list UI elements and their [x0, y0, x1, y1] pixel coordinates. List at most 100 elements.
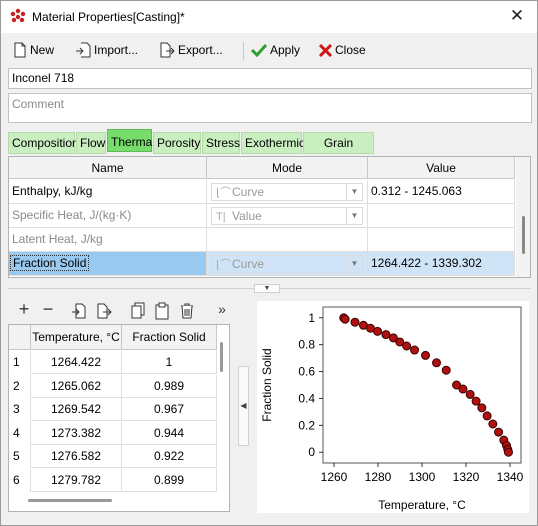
import-icon	[76, 42, 91, 58]
new-document-icon	[14, 42, 26, 58]
row-name: Specific Heat, J/(kg·K)	[9, 204, 207, 227]
table-row[interactable]: 2 1265.062 0.989	[9, 374, 217, 398]
window-title: Material Properties[Casting]*	[32, 10, 185, 24]
tab-exothermic[interactable]: Exothermic	[241, 132, 305, 154]
data-table-header: Temperature, °C Fraction Solid	[9, 325, 217, 350]
dropdown-arrow-icon[interactable]: ▼	[346, 256, 362, 272]
tab-flow[interactable]: Flow	[76, 132, 106, 154]
apply-button[interactable]: Apply	[251, 39, 300, 61]
paste-icon[interactable]	[155, 300, 169, 322]
mode-cell[interactable]: ⌊⌒ Curve ▼	[207, 252, 368, 275]
table-row[interactable]: 6 1279.782 0.899	[9, 469, 217, 492]
y-axis-label: Fraction Solid	[260, 348, 274, 421]
tab-grain-growth[interactable]: Grain Growth	[303, 132, 374, 170]
data-table-vscroll[interactable]	[220, 342, 223, 372]
temperature-cell[interactable]: 1276.582	[31, 445, 122, 469]
mode-combo[interactable]: ⌊⌒ Curve ▼	[211, 183, 363, 201]
row-name: Latent Heat, J/kg	[9, 228, 207, 251]
row-value[interactable]	[368, 204, 515, 227]
collapse-left-icon[interactable]: ◀	[238, 366, 249, 446]
import-data-icon[interactable]	[71, 300, 87, 322]
row-index: 1	[9, 351, 31, 374]
temperature-cell[interactable]: 1265.062	[31, 374, 122, 398]
table-row[interactable]: 4 1273.382 0.944	[9, 421, 217, 445]
fraction-solid-cell[interactable]: 0.922	[122, 445, 217, 469]
export-button[interactable]: Export...	[159, 39, 223, 61]
table-row[interactable]: 5 1276.582 0.922	[9, 445, 217, 469]
row-value[interactable]: 1264.422 - 1339.302	[368, 252, 515, 275]
data-point	[488, 419, 498, 429]
mode-cell[interactable]: T| Value ▼	[207, 204, 368, 227]
value-icon: T|	[216, 211, 226, 223]
copy-icon[interactable]	[131, 300, 145, 322]
grid-row-specific-heat[interactable]: Specific Heat, J/(kg·K) T| Value ▼	[9, 204, 515, 228]
row-index: 2	[9, 374, 31, 398]
new-button[interactable]: New	[13, 39, 54, 61]
header-fraction-solid[interactable]: Fraction Solid	[122, 325, 217, 350]
tab-porosity[interactable]: Porosity	[153, 132, 201, 154]
grid-scrollbar[interactable]	[516, 157, 530, 277]
delete-icon[interactable]	[180, 300, 194, 322]
temperature-cell[interactable]: 1264.422	[31, 351, 122, 374]
temperature-cell[interactable]: 1279.782	[31, 469, 122, 492]
fraction-solid-cell[interactable]: 0.967	[122, 398, 217, 422]
horizontal-splitter[interactable]: ▼	[1, 283, 537, 293]
tab-stress[interactable]: Stress	[202, 132, 240, 154]
mode-combo[interactable]: T| Value ▼	[211, 207, 363, 225]
remove-row-icon[interactable]: −	[39, 299, 57, 321]
add-row-icon[interactable]: +	[15, 299, 33, 321]
fraction-solid-cell[interactable]: 0.899	[122, 469, 217, 492]
header-value[interactable]: Value	[368, 157, 515, 179]
y-tick-label: 1	[308, 311, 315, 325]
y-tick-label: 0.4	[298, 391, 315, 405]
row-value[interactable]	[368, 228, 515, 251]
mode-cell[interactable]: ⌊⌒ Curve ▼	[207, 180, 368, 203]
dropdown-arrow-icon[interactable]: ▼	[346, 208, 362, 224]
data-point	[441, 365, 451, 375]
header-index	[9, 325, 31, 350]
main-toolbar: New Import... Export... Apply Close	[1, 34, 537, 66]
data-point	[482, 411, 492, 421]
temperature-cell[interactable]: 1269.542	[31, 398, 122, 422]
header-name[interactable]: Name	[9, 157, 207, 179]
tab-thermal[interactable]: Thermal	[107, 129, 155, 152]
temperature-cell[interactable]: 1273.382	[31, 421, 122, 445]
toolbar-separator	[243, 42, 244, 60]
row-value[interactable]: 0.312 - 1245.063	[368, 180, 515, 203]
header-temperature[interactable]: Temperature, °C	[31, 325, 122, 350]
import-button[interactable]: Import...	[75, 39, 138, 61]
dropdown-arrow-icon[interactable]: ▼	[346, 184, 362, 200]
data-table-hscroll[interactable]	[28, 499, 112, 502]
new-label: New	[30, 43, 55, 57]
scroll-thumb[interactable]	[522, 216, 525, 254]
comment-input[interactable]: Comment	[8, 93, 532, 123]
mode-cell[interactable]	[207, 228, 368, 251]
row-name-text: Fraction Solid	[10, 255, 90, 271]
data-point	[494, 427, 504, 437]
data-point	[340, 314, 350, 324]
fraction-solid-cell[interactable]: 0.944	[122, 421, 217, 445]
curve-icon: ⌊⌒	[216, 259, 232, 271]
grid-row-latent-heat[interactable]: Latent Heat, J/kg	[9, 228, 515, 252]
close-label: Close	[335, 43, 366, 57]
mode-combo[interactable]: ⌊⌒ Curve ▼	[211, 255, 363, 273]
export-data-icon[interactable]	[96, 300, 112, 322]
fraction-solid-cell[interactable]: 0.989	[122, 374, 217, 398]
material-name-input[interactable]: Inconel 718	[8, 68, 532, 89]
table-row[interactable]: 3 1269.542 0.967	[9, 398, 217, 422]
table-row[interactable]: 1 1264.422 1	[9, 351, 217, 374]
window-close-icon[interactable]: ✕	[507, 6, 527, 26]
header-mode[interactable]: Mode	[207, 157, 368, 179]
grid-row-enthalpy[interactable]: Enthalpy, kJ/kg ⌊⌒ Curve ▼ 0.312 - 1245.…	[9, 180, 515, 204]
tab-composition[interactable]: Composition	[8, 132, 79, 154]
more-icon[interactable]: »	[215, 299, 229, 321]
curve-icon: ⌊⌒	[216, 187, 232, 199]
collapse-down-icon[interactable]: ▼	[254, 284, 280, 293]
material-properties-window: Material Properties[Casting]* ✕ New Impo…	[0, 0, 538, 526]
data-point	[465, 389, 475, 399]
data-point	[471, 396, 481, 406]
close-button[interactable]: Close	[319, 39, 366, 61]
x-axis-label: Temperature, °C	[378, 498, 466, 512]
fraction-solid-cell[interactable]: 1	[122, 351, 217, 374]
grid-row-fraction-solid[interactable]: Fraction Solid ⌊⌒ Curve ▼ 1264.422 - 133…	[9, 252, 515, 276]
